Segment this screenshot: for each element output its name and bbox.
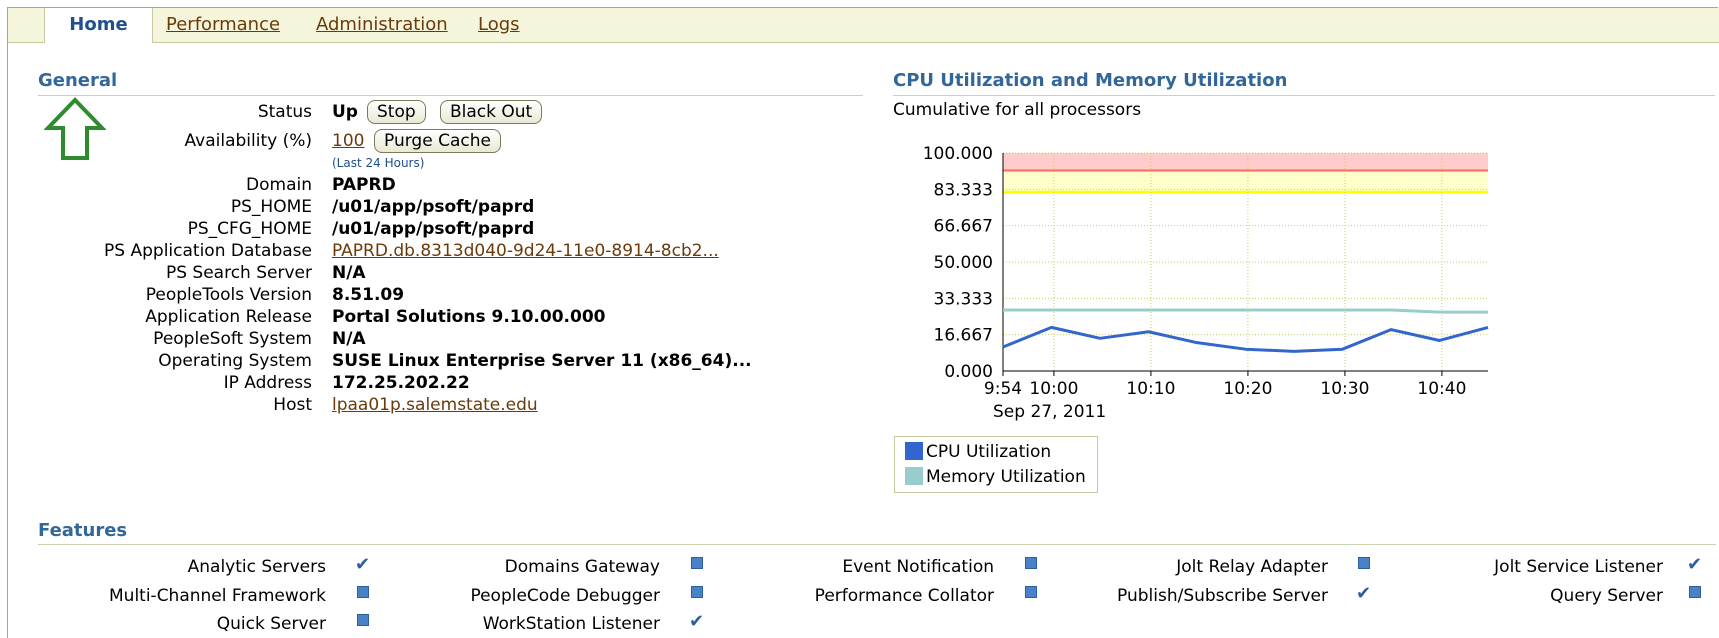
- property-value: SUSE Linux Enterprise Server 11 (x86_64)…: [332, 351, 752, 371]
- x-date-label: Sep 27, 2011: [993, 402, 1106, 422]
- feature-label: WorkStation Listener: [482, 614, 660, 634]
- black-out-button[interactable]: Black Out: [440, 100, 543, 124]
- property-label: PS_CFG_HOME: [187, 219, 312, 239]
- y-tick-label: 83.333: [934, 180, 993, 200]
- property-value: /u01/app/psoft/paprd: [332, 197, 535, 217]
- tab-administration[interactable]: Administration: [316, 8, 448, 42]
- cpu-memory-chart: 100.000 83.333 66.667 50.000 33.333 16.667 0.0…: [893, 143, 1513, 433]
- square-icon: [1687, 584, 1705, 602]
- availability-link[interactable]: 100: [332, 131, 364, 151]
- cpu-title: CPU Utilization and Memory Utilization: [893, 70, 1288, 91]
- feature-label: Multi-Channel Framework: [109, 586, 326, 606]
- feature-label: Event Notification: [842, 557, 994, 577]
- status-label: Status: [257, 102, 312, 122]
- stop-button[interactable]: Stop: [367, 100, 426, 124]
- cpu-swatch: [905, 442, 923, 460]
- legend-cpu-label: CPU Utilization: [926, 442, 1052, 462]
- cpu-divider: [893, 95, 1715, 96]
- property-label: Application Release: [145, 307, 312, 327]
- property-link[interactable]: PAPRD.db.8313d040-9d24-11e0-8914-8cb2...: [332, 241, 719, 261]
- feature-label: Quick Server: [216, 614, 326, 634]
- x-tick-label: 10:40: [1417, 379, 1466, 399]
- critical-band: [1003, 153, 1488, 171]
- memory-utilization-line: [1003, 308, 1488, 314]
- property-value: 8.51.09: [332, 285, 405, 305]
- features-divider: [38, 544, 1716, 545]
- legend-memory-label: Memory Utilization: [926, 467, 1086, 487]
- property-link[interactable]: lpaa01p.salemstate.edu: [332, 395, 538, 415]
- property-label: Operating System: [158, 351, 312, 371]
- chart-svg: 100.00083.33366.66750.00033.33316.6670.0…: [923, 144, 1489, 422]
- tab-home[interactable]: Home: [44, 8, 153, 43]
- property-label: IP Address: [223, 373, 312, 393]
- y-tick-label: 66.667: [934, 217, 993, 237]
- checkmark-icon: ✔: [689, 611, 705, 632]
- cpu-utilization-line: [1002, 325, 1489, 353]
- property-label: PS Search Server: [165, 263, 312, 283]
- memory-swatch: [905, 467, 923, 485]
- property-value: /u01/app/psoft/paprd: [332, 219, 535, 239]
- availability-note: (Last 24 Hours): [332, 156, 425, 170]
- legend-cpu: CPU Utilization: [905, 442, 1051, 462]
- feature-label: Analytic Servers: [187, 557, 326, 577]
- status-value: Up: [332, 102, 358, 122]
- property-value: N/A: [332, 329, 366, 349]
- y-tick-label: 50.000: [934, 253, 993, 273]
- checkmark-icon: ✔: [1687, 554, 1703, 575]
- feature-label: Domains Gateway: [504, 557, 660, 577]
- feature-label: Performance Collator: [814, 586, 994, 606]
- x-tick-label: 10:10: [1126, 379, 1175, 399]
- general-divider: [38, 95, 863, 96]
- property-label: PeopleTools Version: [145, 285, 312, 305]
- chart-legend: CPU Utilization Memory Utilization: [894, 436, 1098, 493]
- property-value: Portal Solutions 9.10.00.000: [332, 307, 606, 327]
- tab-bar: Home Performance Administration Logs: [8, 8, 1719, 43]
- legend-memory: Memory Utilization: [905, 467, 1086, 487]
- property-label: PeopleSoft System: [153, 329, 312, 349]
- purge-cache-button[interactable]: Purge Cache: [374, 129, 501, 153]
- feature-label: PeopleCode Debugger: [470, 586, 660, 606]
- cpu-subtitle: Cumulative for all processors: [893, 100, 1142, 120]
- feature-label: Jolt Service Listener: [1494, 557, 1663, 577]
- property-label: Domain: [246, 175, 312, 195]
- x-tick-label: 9:54: [984, 379, 1022, 399]
- feature-label: Publish/Subscribe Server: [1117, 586, 1328, 606]
- property-value: PAPRD: [332, 175, 396, 195]
- x-tick-label: 10:20: [1223, 379, 1272, 399]
- property-value: N/A: [332, 263, 366, 283]
- x-tick-label: 10:00: [1029, 379, 1078, 399]
- property-label: PS_HOME: [230, 197, 312, 217]
- property-label: PS Application Database: [104, 241, 312, 261]
- availability-label: Availability (%): [184, 131, 312, 151]
- y-tick-label: 33.333: [934, 289, 993, 309]
- feature-label: Jolt Relay Adapter: [1176, 557, 1328, 577]
- features-title: Features: [38, 520, 128, 541]
- y-tick-label: 16.667: [934, 326, 993, 346]
- property-value: 172.25.202.22: [332, 373, 470, 393]
- tab-logs[interactable]: Logs: [478, 8, 520, 42]
- y-tick-label: 100.000: [923, 144, 993, 164]
- feature-label: Query Server: [1550, 586, 1663, 606]
- property-label: Host: [273, 395, 312, 415]
- tab-performance[interactable]: Performance: [166, 8, 280, 42]
- general-title: General: [38, 70, 118, 91]
- x-tick-label: 10:30: [1320, 379, 1369, 399]
